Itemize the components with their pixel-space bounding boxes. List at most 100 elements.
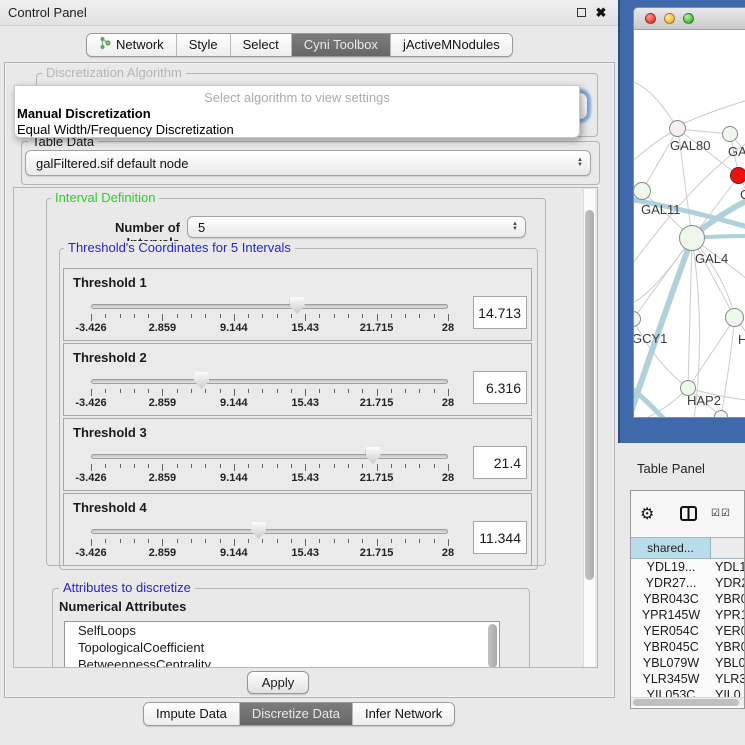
cell-name[interactable]: YBL0 [711, 655, 745, 671]
table-row[interactable]: YBL079WYBL0 [631, 655, 745, 671]
bottom-tab-bar: Impute Data Discretize Data Infer Networ… [143, 702, 455, 726]
right-panel: GAL80 GA C GAL11 GAL4 GCY1 H HAP2 Table … [618, 0, 745, 745]
attribute-list-item[interactable]: BetweennessCentrality [65, 656, 499, 668]
tab-network[interactable]: Network [87, 34, 177, 56]
slider-ticks [91, 314, 448, 322]
threshold-value-box[interactable]: 21.4 [473, 446, 527, 479]
network-icon [99, 36, 111, 54]
attribute-list-item[interactable]: SelfLoops [65, 622, 499, 639]
threshold-panel-2: Threshold 2 -3.4262.8599.14415.4321.71528… [63, 343, 532, 416]
table-row[interactable]: YER054CYER0 [631, 623, 745, 639]
node-right[interactable] [725, 308, 744, 327]
node-bottom-cut[interactable] [714, 410, 728, 418]
tab-discretize-data[interactable]: Discretize Data [240, 703, 353, 725]
columns-icon[interactable] [680, 506, 697, 524]
threshold-slider-thumb[interactable] [290, 297, 305, 314]
tab-cyni-toolbox[interactable]: Cyni Toolbox [292, 34, 391, 56]
threshold-value-box[interactable]: 11.344 [473, 521, 527, 554]
interval-definition-title: Interval Definition [51, 191, 159, 204]
slider-tick-labels: -3.4262.8599.14415.4321.71528 [91, 397, 448, 410]
cell-shared-name[interactable]: YER054C [631, 623, 711, 639]
cell-shared-name[interactable]: YDL19... [631, 559, 711, 575]
cell-name[interactable]: YBR0 [711, 639, 745, 655]
control-panel-titlebar: Control Panel ✖ [0, 0, 618, 26]
threshold-value-box[interactable]: 6.316 [473, 371, 527, 404]
cell-name[interactable]: YLR3 [711, 671, 745, 687]
cell-shared-name[interactable]: YDR27... [631, 575, 711, 591]
threshold-panel-1: Threshold 1-3.4262.8599.14415.4321.71528… [63, 268, 532, 341]
dropdown-option-manual[interactable]: Manual Discretization [17, 106, 151, 121]
table-row[interactable]: YPR145WYPR1 [631, 607, 745, 623]
settings-scroll-viewport: Interval Definition Number of Intervals … [13, 187, 598, 668]
threshold-label: Threshold 3 [73, 425, 147, 440]
table-rows: YDL19...YDL1YDR27...YDR2YBR043CYBR0YPR14… [631, 559, 745, 703]
dropdown-hint: Select algorithm to view settings [15, 90, 579, 105]
cell-name[interactable]: YPR1 [711, 607, 745, 623]
number-of-intervals-combobox[interactable]: 5 ▲▼ [187, 216, 526, 238]
network-canvas[interactable]: GAL80 GA C GAL11 GAL4 GCY1 H HAP2 [634, 30, 745, 418]
table-panel-toolbar: ⚙ ☑☑ [631, 491, 744, 536]
threshold-label: Threshold 2 [73, 350, 147, 365]
close-icon[interactable]: ✖ [594, 6, 608, 20]
discretization-algorithm-title: Discretization Algorithm [42, 66, 186, 79]
tab-impute-data[interactable]: Impute Data [144, 703, 240, 725]
threshold-slider-track[interactable] [91, 379, 448, 384]
cell-name[interactable]: YDL1 [711, 559, 745, 575]
table-row[interactable]: YBR045CYBR0 [631, 639, 745, 655]
table-data-combobox[interactable]: galFiltered.sif default node ▲▼ [25, 150, 591, 176]
node-red-selected[interactable] [730, 167, 745, 184]
node-gal80[interactable] [669, 120, 686, 137]
node-gal4[interactable] [679, 225, 705, 251]
combo-arrows-icon: ▲▼ [512, 222, 518, 232]
threshold-slider-thumb[interactable] [251, 522, 266, 539]
cell-shared-name[interactable]: YPR145W [631, 607, 711, 623]
numerical-attributes-label: Numerical Attributes [59, 599, 186, 614]
table-hscrollbar-thumb[interactable] [633, 699, 739, 706]
minimize-traffic-light-icon[interactable] [664, 13, 675, 24]
cell-shared-name[interactable]: YLR345W [631, 671, 711, 687]
tab-style[interactable]: Style [177, 34, 231, 56]
table-row[interactable]: YBR043CYBR0 [631, 591, 745, 607]
column-header-name[interactable]: na [711, 537, 745, 559]
float-window-icon[interactable] [574, 6, 588, 20]
control-panel: Control Panel ✖ Network Style Select Cyn… [0, 0, 618, 745]
network-window-titlebar[interactable] [634, 8, 745, 30]
cell-shared-name[interactable]: YBR043C [631, 591, 711, 607]
cell-shared-name[interactable]: YBR045C [631, 639, 711, 655]
apply-button[interactable]: Apply [247, 671, 309, 694]
dropdown-option-equal-width[interactable]: Equal Width/Frequency Discretization [17, 122, 234, 137]
tab-infer-network[interactable]: Infer Network [353, 703, 454, 725]
attributes-group-title: Attributes to discretize [59, 581, 195, 594]
viewport-scrollbar-track[interactable] [583, 189, 595, 668]
table-hscrollbar-track[interactable] [631, 697, 744, 706]
threshold-slider-track[interactable] [91, 529, 448, 534]
close-traffic-light-icon[interactable] [645, 13, 656, 24]
threshold-panel-4: Threshold 4-3.4262.8599.14415.4321.71528… [63, 493, 532, 566]
column-header-shared-name[interactable]: shared... [631, 537, 711, 559]
table-row[interactable]: YDL19...YDL1 [631, 559, 745, 575]
tab-select[interactable]: Select [231, 34, 292, 56]
zoom-traffic-light-icon[interactable] [683, 13, 694, 24]
tab-jactivemnodules[interactable]: jActiveMNodules [391, 34, 512, 56]
cell-name[interactable]: YDR2 [711, 575, 745, 591]
threshold-slider-track[interactable] [91, 304, 448, 309]
list-scrollbar[interactable] [488, 624, 497, 668]
node-label-gal80: GAL80 [670, 138, 710, 153]
node-label-cut-h: H [738, 332, 745, 347]
cell-name[interactable]: YBR0 [711, 591, 745, 607]
slider-ticks [91, 539, 448, 547]
threshold-slider-thumb[interactable] [194, 372, 209, 389]
threshold-slider-thumb[interactable] [366, 447, 381, 464]
table-row[interactable]: YDR27...YDR2 [631, 575, 745, 591]
select-columns-checkboxes-icon[interactable]: ☑☑ [711, 508, 731, 519]
threshold-slider-track[interactable] [91, 454, 448, 459]
viewport-scrollbar-thumb[interactable] [585, 210, 594, 580]
cell-shared-name[interactable]: YBL079W [631, 655, 711, 671]
attribute-list-item[interactable]: TopologicalCoefficient [65, 639, 499, 656]
gear-icon[interactable]: ⚙ [640, 504, 654, 524]
threshold-value-box[interactable]: 14.713 [473, 296, 527, 329]
cell-name[interactable]: YER0 [711, 623, 745, 639]
node-label-cut-ga: GA [728, 144, 745, 159]
node-small-1[interactable] [722, 126, 738, 142]
table-row[interactable]: YLR345WYLR3 [631, 671, 745, 687]
